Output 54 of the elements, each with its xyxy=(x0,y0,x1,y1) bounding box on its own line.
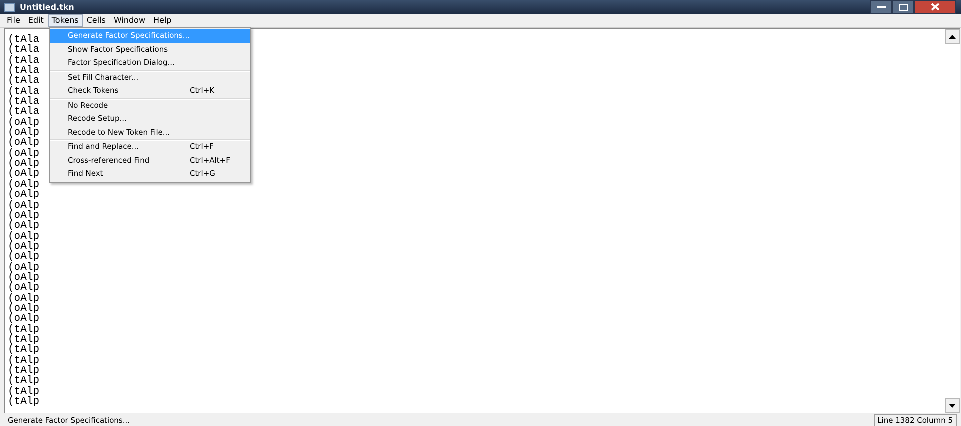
code-line: (tAlp xyxy=(8,356,40,366)
code-line: (oAlp xyxy=(8,304,40,314)
code-line: (tAla xyxy=(8,97,40,108)
code-line: (tAlp xyxy=(8,386,40,398)
menu-item[interactable]: Help xyxy=(150,14,176,27)
menu-item[interactable]: Tokens xyxy=(48,14,83,27)
code-line: (tAla xyxy=(8,107,40,118)
code-line: (tAla xyxy=(8,45,40,56)
close-icon xyxy=(930,3,940,11)
code-line: (tAlp xyxy=(8,345,40,356)
code-line: (tAlp xyxy=(8,376,40,387)
code-line: (oAlp xyxy=(8,314,40,325)
code-line: (oAlp xyxy=(8,190,40,200)
window-title: Untitled.tkn xyxy=(20,2,74,12)
code-line: (tAlp xyxy=(8,334,40,346)
code-line: (oAlp xyxy=(8,210,40,222)
code-line: (tAla xyxy=(8,35,40,46)
code-line: (oAlp xyxy=(8,232,40,242)
code-line: (oAlp xyxy=(8,272,40,284)
code-line: (oAlp xyxy=(8,262,40,273)
code-line: (tAla xyxy=(8,76,40,87)
code-line: (oAlp xyxy=(8,252,40,263)
code-line: (tAla xyxy=(8,66,40,76)
maximize-button[interactable] xyxy=(892,0,914,14)
menu-item[interactable]: Window xyxy=(110,14,150,27)
code-line: (tAla xyxy=(8,86,40,98)
scroll-up-button[interactable] xyxy=(945,29,960,44)
app-icon xyxy=(4,2,15,12)
code-line: (oAlp xyxy=(8,221,40,232)
code-line: (tAla xyxy=(8,56,40,66)
code-line: (oAlp xyxy=(8,128,40,138)
code-line: (tAlp xyxy=(8,324,40,335)
code-line: (oAlp xyxy=(8,242,40,252)
code-line: (oAlp xyxy=(8,169,40,180)
code-line: (oAlp xyxy=(8,159,40,170)
code-line: (tAlp xyxy=(8,397,40,408)
minimize-icon xyxy=(876,6,886,8)
code-line: (oAlp xyxy=(8,294,40,304)
menu-item[interactable]: Edit xyxy=(24,14,48,27)
close-button[interactable] xyxy=(914,0,956,14)
code-line: (oAlp xyxy=(8,148,40,160)
code-line: (tAlp xyxy=(8,366,40,376)
minimize-button[interactable] xyxy=(870,0,892,14)
up-arrow-icon xyxy=(949,34,956,38)
scroll-down-button[interactable] xyxy=(945,398,960,413)
down-arrow-icon xyxy=(949,404,956,408)
maximize-icon xyxy=(898,4,908,10)
code-line: (oAlp xyxy=(8,118,40,128)
menu-item[interactable]: Cells xyxy=(82,14,110,27)
menu-item[interactable]: File xyxy=(3,14,24,27)
code-line: (oAlp xyxy=(8,180,40,190)
code-line: (oAlp xyxy=(8,200,40,211)
code-line: (oAlp xyxy=(8,138,40,149)
code-line: (oAlp xyxy=(8,283,40,294)
